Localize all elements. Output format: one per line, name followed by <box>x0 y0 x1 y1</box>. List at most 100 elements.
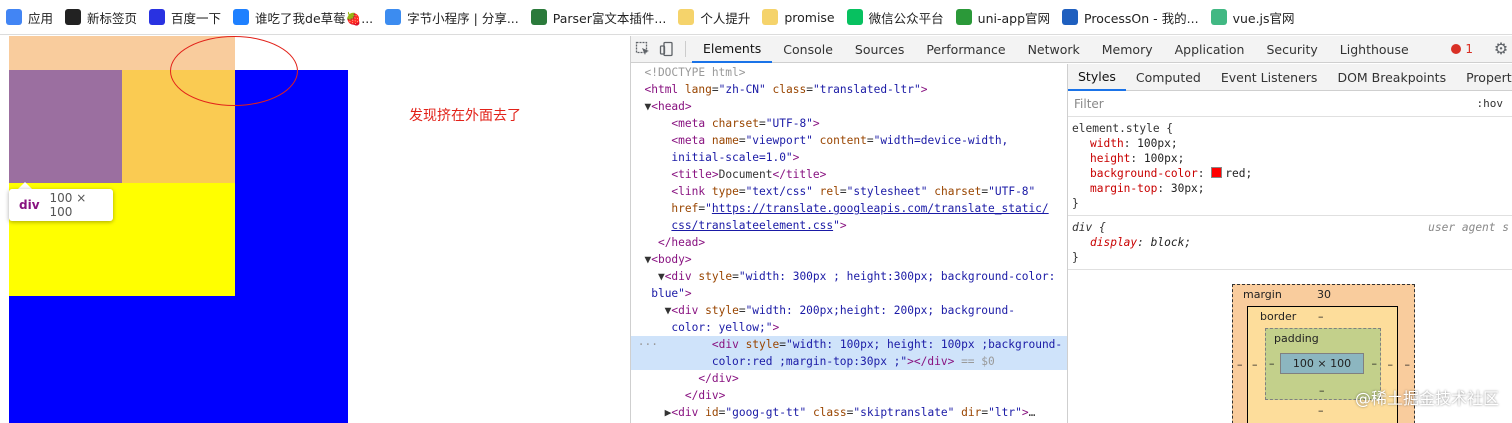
devtools-panel: Elements Console Sources Performance Network… <box>630 36 1512 423</box>
folder-icon <box>762 9 779 25</box>
bookmark-item[interactable]: 字节小程序 | 分享... <box>379 4 525 30</box>
bookmark-item[interactable]: Parser富文本插件... <box>525 4 673 30</box>
element-style-rule: element.style { width: 100px; height: 100… <box>1068 117 1512 216</box>
tab-lighthouse[interactable]: Lighthouse <box>1329 36 1420 63</box>
box-margin-right[interactable]: – <box>1405 358 1411 371</box>
style-prop-name[interactable]: margin-top <box>1090 182 1157 195</box>
box-border-top[interactable]: – <box>1318 310 1324 323</box>
bookmark-label: uni-app官网 <box>977 10 1051 26</box>
box-margin-top[interactable]: 30 <box>1317 288 1331 301</box>
bookmark-item[interactable]: ProcessOn - 我的... <box>1056 4 1205 30</box>
style-prop-name[interactable]: width <box>1090 137 1124 150</box>
dom-div-blue[interactable]: ▼<div style="width: 300px ; height:300px… <box>631 268 1067 285</box>
bookmark-item[interactable]: 应用 <box>0 4 59 30</box>
styles-tab[interactable]: DOM Breakpoints <box>1327 64 1456 91</box>
dom-meta-viewport[interactable]: <meta name="viewport" content="width=dev… <box>631 132 1067 149</box>
filter-placeholder[interactable]: Filter <box>1074 97 1104 111</box>
ua-source: user agent s <box>1428 221 1509 234</box>
styles-tab[interactable]: Styles <box>1068 64 1126 91</box>
tab-network[interactable]: Network <box>1017 36 1091 63</box>
dom-div-red-selected[interactable]: ··· <div style="width: 100px; height: 10… <box>631 336 1067 353</box>
hov-toggle[interactable]: :hov <box>1477 97 1504 110</box>
folder-icon <box>678 9 695 25</box>
tab-sources[interactable]: Sources <box>844 36 915 63</box>
bookmark-item[interactable]: vue.js官网 <box>1205 4 1301 30</box>
bookmark-item[interactable]: promise <box>756 4 840 30</box>
bookmark-item[interactable]: 新标签页 <box>59 4 143 30</box>
content-highlight <box>9 70 122 183</box>
dom-link[interactable]: <link type="text/css" rel="stylesheet" c… <box>631 183 1067 200</box>
rule-close: } <box>1072 197 1079 210</box>
devtools-tabbar: Elements Console Sources Performance Network… <box>631 36 1512 63</box>
box-border-left[interactable]: – <box>1252 358 1258 371</box>
bookmark-label: 个人提升 <box>700 10 751 26</box>
globe-icon <box>65 9 82 25</box>
annotation-note: 发现挤在外面去了 <box>409 108 521 124</box>
bookmark-item[interactable]: 微信公众平台 <box>841 4 950 30</box>
box-padding-left[interactable]: – <box>1269 357 1275 370</box>
dom-meta-charset[interactable]: <meta charset="UTF-8"> <box>631 115 1067 132</box>
box-border-label: border <box>1260 310 1297 323</box>
dom-doctype[interactable]: <!DOCTYPE html> <box>631 64 1067 81</box>
bookmark-label: vue.js官网 <box>1232 10 1295 26</box>
dom-div-red-cont[interactable]: color:red ;margin-top:30px ;"></div> == … <box>631 353 1067 370</box>
error-icon <box>1451 44 1462 54</box>
processon-icon <box>1062 9 1079 25</box>
bookmark-label: 微信公众平台 <box>868 10 944 26</box>
box-padding-label: padding <box>1274 332 1319 345</box>
styles-tab[interactable]: Computed <box>1126 64 1211 91</box>
ua-rule: div {user agent s display: block; } <box>1068 216 1512 270</box>
style-prop[interactable]: margin-top: 30px; <box>1072 181 1509 196</box>
tab-memory[interactable]: Memory <box>1091 36 1164 63</box>
style-prop-value[interactable]: 100px; <box>1144 152 1184 165</box>
style-prop-name[interactable]: background-color <box>1090 167 1198 180</box>
style-prop[interactable]: width: 100px; <box>1072 136 1509 151</box>
tab-elements[interactable]: Elements <box>692 36 773 63</box>
dom-title[interactable]: <title>Document</title> <box>631 166 1067 183</box>
dom-div-yellow[interactable]: ▼<div style="width: 200px;height: 200px;… <box>631 302 1067 319</box>
box-margin-label: margin <box>1243 288 1282 301</box>
style-prop-value[interactable]: red; <box>1225 167 1252 180</box>
box-border-right[interactable]: – <box>1388 358 1394 371</box>
device-toolbar-icon[interactable] <box>655 36 679 63</box>
style-prop[interactable]: height: 100px; <box>1072 151 1509 166</box>
style-prop-name[interactable]: height <box>1090 152 1130 165</box>
style-prop-value[interactable]: 30px; <box>1171 182 1205 195</box>
bookmark-label: ProcessOn - 我的... <box>1084 10 1199 26</box>
dom-div-close-1: </div> <box>698 372 739 385</box>
dom-link-href[interactable]: href="https://translate.googleapis.com/t… <box>631 200 1067 217</box>
box-margin-left[interactable]: – <box>1237 358 1243 371</box>
tooltip-tag: div <box>19 198 40 212</box>
uniapp-icon <box>955 9 972 25</box>
styles-tab[interactable]: Properties <box>1456 64 1512 91</box>
dom-link-href-cont[interactable]: css/translateelement.css"> <box>631 217 1067 234</box>
style-prop-value[interactable]: 100px; <box>1137 137 1177 150</box>
page-viewport: 发现挤在外面去了 div 100 × 100 <box>0 36 630 423</box>
styles-filter[interactable]: Filter :hov <box>1068 91 1512 117</box>
bookmark-item[interactable]: 百度一下 <box>143 4 227 30</box>
tab-application[interactable]: Application <box>1164 36 1256 63</box>
box-border-bottom[interactable]: – <box>1318 404 1324 417</box>
bookmark-item[interactable]: 谁吃了我de草莓🍓... <box>227 4 379 30</box>
error-count-badge[interactable]: 1 <box>1451 42 1473 56</box>
bookmark-item[interactable]: 个人提升 <box>672 4 756 30</box>
gear-icon[interactable]: ⚙ <box>1491 39 1511 59</box>
bookmark-item[interactable]: uni-app官网 <box>950 4 1056 30</box>
dom-body[interactable]: ▼<body> <box>631 251 1067 268</box>
dom-div-goog[interactable]: ▶<div id="goog-gt-tt" class="skiptransla… <box>631 404 1067 421</box>
tab-performance[interactable]: Performance <box>915 36 1016 63</box>
styles-tab[interactable]: Event Listeners <box>1211 64 1328 91</box>
tab-console[interactable]: Console <box>772 36 844 63</box>
dom-head-close: </head> <box>657 236 706 249</box>
box-content[interactable]: 100 × 100 <box>1280 353 1364 374</box>
color-swatch[interactable] <box>1211 167 1223 178</box>
extension-icon <box>530 9 547 25</box>
style-prop[interactable]: background-color: red; <box>1072 166 1509 181</box>
box-padding-bottom[interactable]: – <box>1319 384 1325 397</box>
dom-html[interactable]: <html lang="zh-CN" class="translated-ltr… <box>631 81 1067 98</box>
baidu-paw-icon <box>149 9 166 25</box>
dom-head[interactable]: ▼<head> <box>631 98 1067 115</box>
box-padding-right[interactable]: – <box>1372 357 1378 370</box>
tab-security[interactable]: Security <box>1255 36 1328 63</box>
inspect-element-icon[interactable] <box>631 36 655 63</box>
